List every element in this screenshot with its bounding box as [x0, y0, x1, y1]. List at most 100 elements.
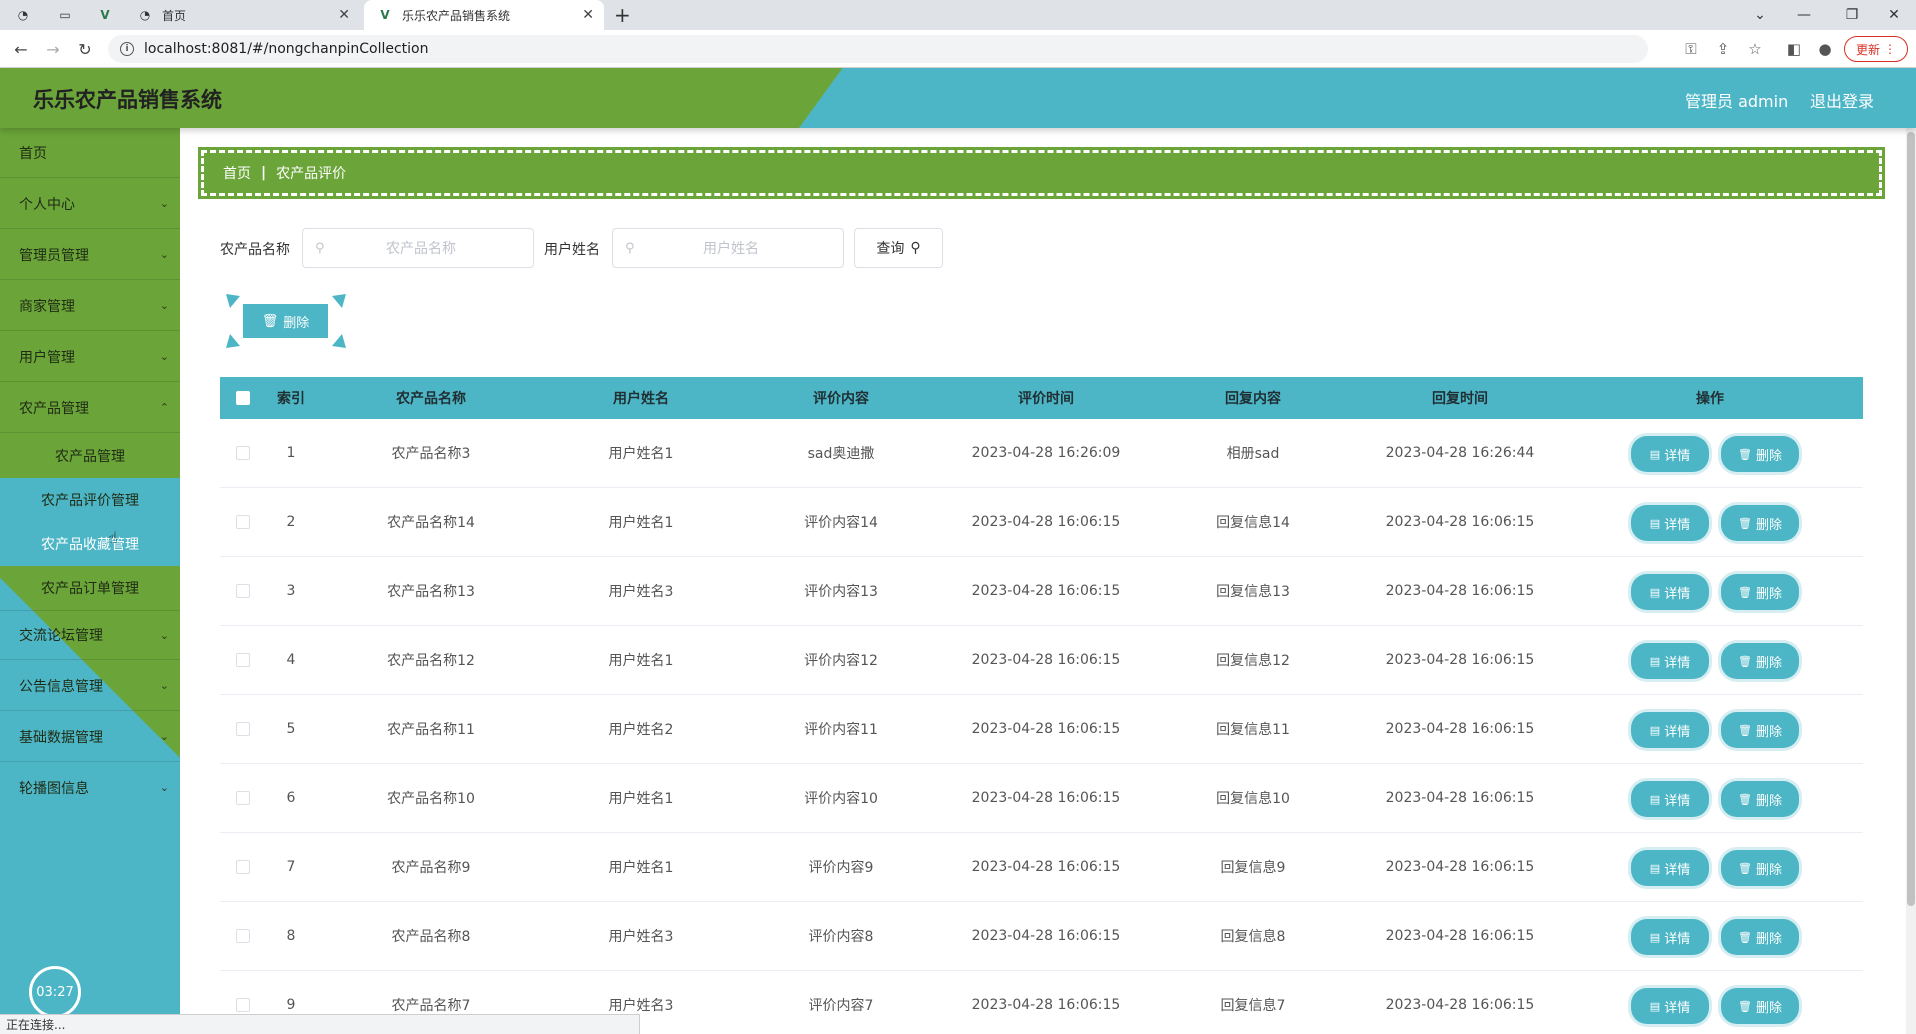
trash-icon: 🗑 — [1738, 447, 1752, 461]
sidebar-item-forum[interactable]: 交流论坛管理 ⌄ — [0, 610, 180, 660]
row-checkbox[interactable] — [236, 653, 250, 667]
search-icon: ⚲ — [625, 240, 635, 256]
restore-icon[interactable]: ❐ — [1830, 0, 1874, 30]
submenu-item-product-manage[interactable]: 农产品管理 — [0, 434, 180, 478]
user-name-input[interactable]: ⚲ 用户姓名 — [612, 228, 844, 268]
query-button[interactable]: 查询 ⚲ — [854, 228, 943, 268]
submenu-item-product-order[interactable]: 农产品订单管理 — [0, 566, 180, 610]
delete-button[interactable]: 🗑 删除 — [1721, 505, 1799, 541]
sidebar-item-merchants[interactable]: 商家管理 ⌄ — [0, 281, 180, 331]
delete-button[interactable]: 🗑 删除 — [1721, 850, 1799, 886]
cell-reply: 回复信息11 — [1216, 722, 1290, 738]
trash-icon: 🗑 — [261, 313, 279, 329]
batch-delete-button[interactable]: 🗑 删除 — [243, 304, 328, 338]
sidebar-item-basedata[interactable]: 基础数据管理 ⌄ — [0, 712, 180, 762]
profile-icon[interactable]: ● — [1814, 39, 1836, 59]
detail-button[interactable]: ▤ 详情 — [1631, 436, 1709, 472]
row-checkbox[interactable] — [236, 791, 250, 805]
detail-button[interactable]: ▤ 详情 — [1631, 988, 1709, 1024]
key-icon[interactable]: ⚿ — [1680, 39, 1702, 59]
cell-content: 评价内容9 — [808, 860, 874, 876]
browser-tab[interactable]: V — [98, 0, 128, 30]
breadcrumb-separator: | — [261, 165, 267, 181]
browser-tab-home[interactable]: ◔ 首页 ✕ — [134, 0, 360, 30]
chevron-down-icon: ⌄ — [159, 299, 169, 312]
detail-button-label: 详情 — [1664, 1000, 1691, 1016]
browser-tab[interactable]: ◔ — [16, 0, 46, 30]
sidebar-item-label: 管理员管理 — [19, 247, 89, 264]
cell-reply-time: 2023-04-28 16:06:15 — [1385, 514, 1535, 530]
delete-button[interactable]: 🗑 删除 — [1721, 712, 1799, 748]
row-checkbox[interactable] — [236, 722, 250, 736]
address-bar: ← → ↻ i localhost:8081/#/nongchanpinColl… — [0, 30, 1916, 68]
cell-time: 2023-04-28 16:06:15 — [971, 652, 1121, 668]
logout-link[interactable]: 退出登录 — [1810, 88, 1874, 112]
back-arrow-icon[interactable]: ← — [10, 39, 32, 59]
breadcrumb-home[interactable]: 首页 — [223, 163, 251, 183]
detail-button[interactable]: ▤ 详情 — [1631, 505, 1709, 541]
star-icon[interactable]: ☆ — [1744, 39, 1766, 59]
tab-search-icon[interactable]: ⌄ — [1738, 0, 1782, 30]
close-icon[interactable]: ✕ — [338, 7, 350, 23]
url-field[interactable]: i localhost:8081/#/nongchanpinCollection — [108, 35, 1648, 63]
sidebar-item-users[interactable]: 用户管理 ⌄ — [0, 332, 180, 382]
reload-icon[interactable]: ↻ — [74, 39, 96, 59]
cell-time: 2023-04-28 16:06:15 — [971, 583, 1121, 599]
sidebar-item-notices[interactable]: 公告信息管理 ⌄ — [0, 661, 180, 711]
cell-user: 用户姓名1 — [608, 515, 674, 531]
detail-button[interactable]: ▤ 详情 — [1631, 643, 1709, 679]
row-checkbox[interactable] — [236, 998, 250, 1012]
scrollbar-thumb[interactable] — [1907, 132, 1915, 906]
detail-button[interactable]: ▤ 详情 — [1631, 574, 1709, 610]
delete-button[interactable]: 🗑 删除 — [1721, 919, 1799, 955]
submenu-item-product-favorite[interactable]: 农产品收藏管理 — [0, 522, 180, 566]
sidebar-item-admins[interactable]: 管理员管理 ⌄ — [0, 230, 180, 280]
browser-tab-active[interactable]: V 乐乐农产品销售系统 ✕ — [364, 0, 604, 30]
cell-user: 用户姓名1 — [608, 791, 674, 807]
trash-icon: 🗑 — [1738, 930, 1752, 944]
row-checkbox[interactable] — [236, 446, 250, 460]
minimize-icon[interactable]: — — [1782, 0, 1826, 30]
close-icon[interactable]: ✕ — [582, 7, 594, 23]
row-checkbox[interactable] — [236, 860, 250, 874]
row-checkbox[interactable] — [236, 515, 250, 529]
select-all-checkbox[interactable] — [236, 391, 250, 405]
trash-icon: 🗑 — [1738, 723, 1752, 737]
row-checkbox[interactable] — [236, 929, 250, 943]
submenu-item-product-review[interactable]: 农产品评价管理 — [0, 478, 180, 522]
row-checkbox[interactable] — [236, 584, 250, 598]
new-tab-button[interactable]: + — [614, 0, 638, 30]
delete-button[interactable]: 🗑 删除 — [1721, 436, 1799, 472]
sidebar-item-products[interactable]: 农产品管理 ⌃ — [0, 383, 180, 433]
close-window-icon[interactable]: ✕ — [1872, 0, 1916, 30]
trash-icon: 🗑 — [1738, 654, 1752, 668]
row-select-cell — [220, 764, 266, 832]
update-button[interactable]: 更新 ⋮ — [1844, 36, 1908, 62]
share-icon[interactable]: ⇪ — [1712, 39, 1734, 59]
forward-arrow-icon[interactable]: → — [42, 39, 64, 59]
detail-button[interactable]: ▤ 详情 — [1631, 850, 1709, 886]
detail-button[interactable]: ▤ 详情 — [1631, 781, 1709, 817]
detail-button[interactable]: ▤ 详情 — [1631, 919, 1709, 955]
product-name-input[interactable]: ⚲ 农产品名称 — [302, 228, 534, 268]
delete-button[interactable]: 🗑 删除 — [1721, 643, 1799, 679]
sidebar-item-home[interactable]: 首页 — [0, 128, 180, 178]
sidebar-item-carousel[interactable]: 轮播图信息 ⌄ — [0, 763, 180, 813]
delete-button[interactable]: 🗑 删除 — [1721, 574, 1799, 610]
cell-reply-time: 2023-04-28 16:06:15 — [1385, 859, 1535, 875]
chevron-down-icon: ⌄ — [159, 730, 169, 743]
cell-user: 用户姓名3 — [608, 584, 674, 600]
page-scrollbar[interactable] — [1906, 128, 1916, 1034]
cell-reply-time: 2023-04-28 16:06:15 — [1385, 997, 1535, 1013]
delete-button[interactable]: 🗑 删除 — [1721, 988, 1799, 1024]
detail-button[interactable]: ▤ 详情 — [1631, 712, 1709, 748]
app-title: 乐乐农产品销售系统 — [33, 88, 222, 112]
trash-icon: 🗑 — [1738, 999, 1752, 1013]
cell-content: 评价内容7 — [808, 998, 874, 1014]
browser-tab[interactable]: ▭ — [58, 0, 88, 30]
sidepanel-icon[interactable]: ◧ — [1783, 39, 1805, 59]
sidebar-item-personal[interactable]: 个人中心 ⌄ — [0, 179, 180, 229]
info-icon[interactable]: i — [120, 42, 134, 56]
delete-button[interactable]: 🗑 删除 — [1721, 781, 1799, 817]
cell-reply-time: 2023-04-28 16:06:15 — [1385, 652, 1535, 668]
